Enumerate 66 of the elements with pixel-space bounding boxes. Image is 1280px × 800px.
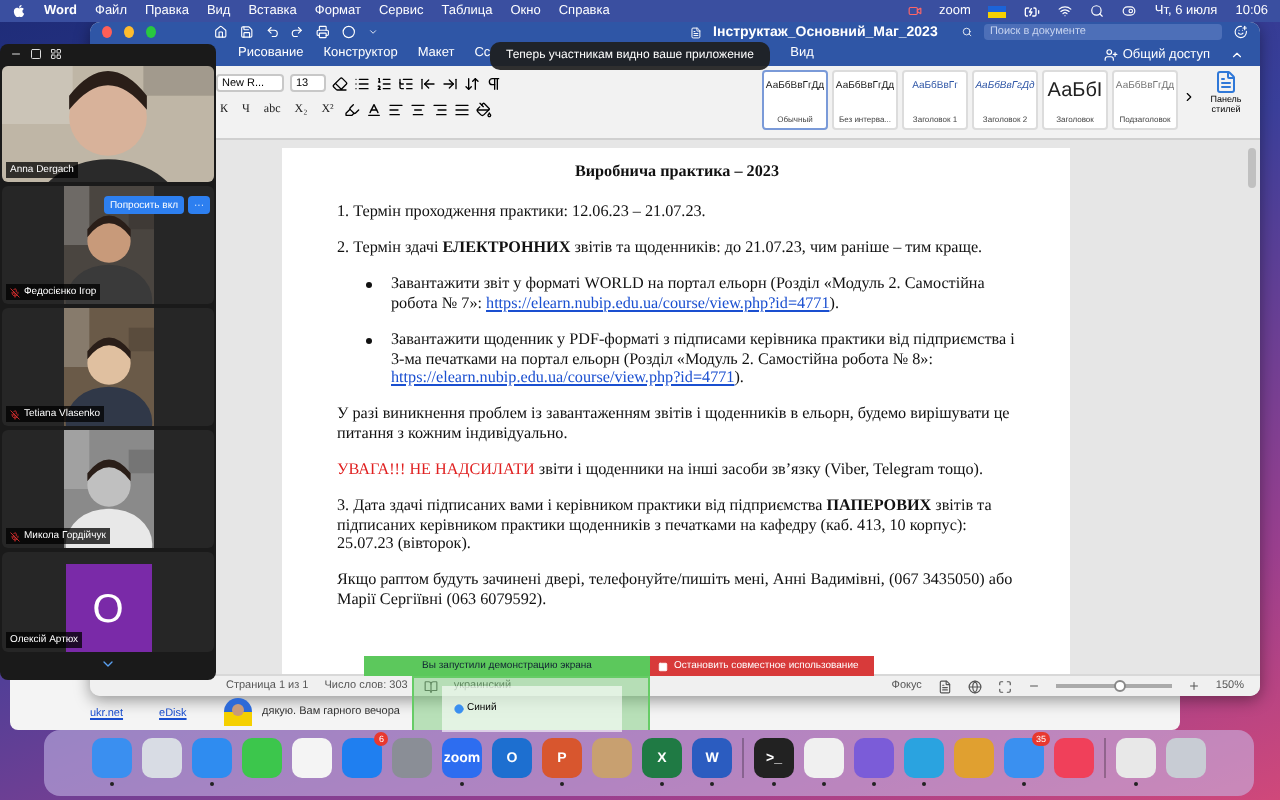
video-icon[interactable] — [907, 4, 921, 18]
flag-icon — [988, 5, 1007, 17]
chevron-down-icon[interactable] — [100, 656, 116, 672]
paragraph: 2. Термін здачі ЕЛЕКТРОННИХ звітів та щоденників: до 21.07.23, чим раніше – тим краще. — [337, 238, 985, 258]
caret-icon[interactable] — [367, 26, 378, 38]
home-icon[interactable] — [214, 24, 228, 40]
paragraph: Завантажити щоденник у PDF-форматі з підписами керівника практики від підприємства і 3-ма печатками на портал ельорн (Розділ «Модуль 2. Самостійна робота № 8»: https://elearn.nubip.edu.ua/course/view.php?id=4771). — [391, 329, 1017, 388]
stop-icon — [658, 661, 668, 671]
align-center-icon[interactable] — [409, 101, 426, 117]
slider-thumb[interactable] — [1113, 680, 1126, 692]
paragraph: Якщо раптом будуть зачинені двері, телефонуйте/пишіть мені, Анні Вадимівні, (067 3435050) або Марії Сергіївні (063 6079592). — [337, 570, 1015, 609]
save-icon[interactable] — [239, 24, 254, 40]
paragraph: У разі виникнення проблем із завантаженням звітів і щоденників в ельорн, будемо вирішувати це питання з кожним індивідуально. — [337, 404, 1012, 443]
paragraph: УВАГА!!! НЕ НАДСИЛАТИ звіти і щоденники на інші засоби зв’язку (Viber, Telegram тощо). — [337, 459, 986, 480]
print-layout-icon[interactable] — [937, 679, 952, 693]
document-icon — [1214, 70, 1238, 94]
minimize-icon[interactable] — [10, 47, 22, 59]
focus-icon[interactable] — [997, 679, 1012, 693]
collapse-icon[interactable] — [1230, 47, 1244, 61]
numbered-list-icon[interactable] — [376, 75, 392, 91]
paragraph: 1. Термін проходження практики: 12.06.23 – 21.07.23. — [337, 202, 708, 222]
search-icon — [961, 26, 972, 38]
apple-icon[interactable] — [12, 4, 26, 18]
align-left-icon[interactable] — [387, 101, 404, 117]
smiley-icon[interactable] — [1234, 24, 1249, 40]
battery-icon[interactable] — [1024, 3, 1041, 19]
square-icon[interactable] — [30, 47, 42, 59]
zoom-in-icon[interactable] — [1187, 680, 1200, 692]
more-icon[interactable] — [1182, 90, 1196, 104]
minimize-button[interactable] — [124, 26, 135, 38]
search-icon[interactable] — [1090, 4, 1105, 18]
app-icon[interactable] — [804, 738, 844, 778]
redo-icon[interactable] — [290, 24, 305, 40]
sort-icon[interactable] — [464, 75, 480, 91]
toggle-icon[interactable] — [1122, 4, 1137, 18]
document-icon — [689, 25, 702, 39]
eraser-icon[interactable] — [332, 75, 348, 91]
grid-icon[interactable] — [50, 47, 62, 59]
pilcrow-icon[interactable] — [486, 75, 502, 91]
decrease-indent-icon[interactable] — [420, 75, 436, 91]
align-right-icon[interactable] — [431, 101, 448, 117]
document-title: Виробнича практика – 2023 — [572, 162, 781, 182]
undo-icon[interactable] — [265, 24, 279, 40]
wifi-icon[interactable] — [1058, 4, 1073, 18]
radio-icon — [453, 703, 463, 713]
link[interactable]: https://elearn.nubip.edu.ua/course/view.php?id=4771 — [391, 368, 735, 387]
zoom-button[interactable] — [146, 26, 157, 38]
font-color-icon[interactable] — [365, 101, 382, 117]
highlighter-icon[interactable] — [343, 101, 360, 117]
paint-bucket-icon[interactable] — [475, 101, 492, 117]
app-icon[interactable] — [292, 738, 332, 778]
scrollbar[interactable] — [1248, 148, 1256, 188]
link[interactable]: https://elearn.nubip.edu.ua/course/view.php?id=4771 — [486, 293, 830, 312]
paragraph: 3. Дата здачі підписаних вами і керівником практики від підприємства ПАПЕРОВИХ звітів та підписаних керівником практики щоденників з печатками на кафедру (каб. 413, 10 корпус): 25.07.23 (вівторок). — [337, 496, 994, 554]
multilevel-list-icon[interactable] — [398, 75, 414, 91]
align-justify-icon[interactable] — [453, 101, 470, 117]
print-icon[interactable] — [316, 24, 330, 40]
book-icon[interactable] — [423, 679, 438, 693]
circle-icon[interactable] — [341, 24, 356, 40]
web-layout-icon[interactable] — [967, 679, 982, 693]
increase-indent-icon[interactable] — [442, 75, 458, 91]
bullet-icon — [365, 337, 371, 344]
paragraph: Завантажити звіт у форматі WORLD на портал ельорн (Розділ «Модуль 2. Самостійна робота № 7»: https://elearn.nubip.edu.ua/course/view.php?id=4771). — [391, 274, 987, 313]
bullet-icon — [365, 282, 371, 289]
user-plus-icon — [1104, 47, 1119, 61]
bullet-list-icon[interactable] — [354, 75, 370, 91]
